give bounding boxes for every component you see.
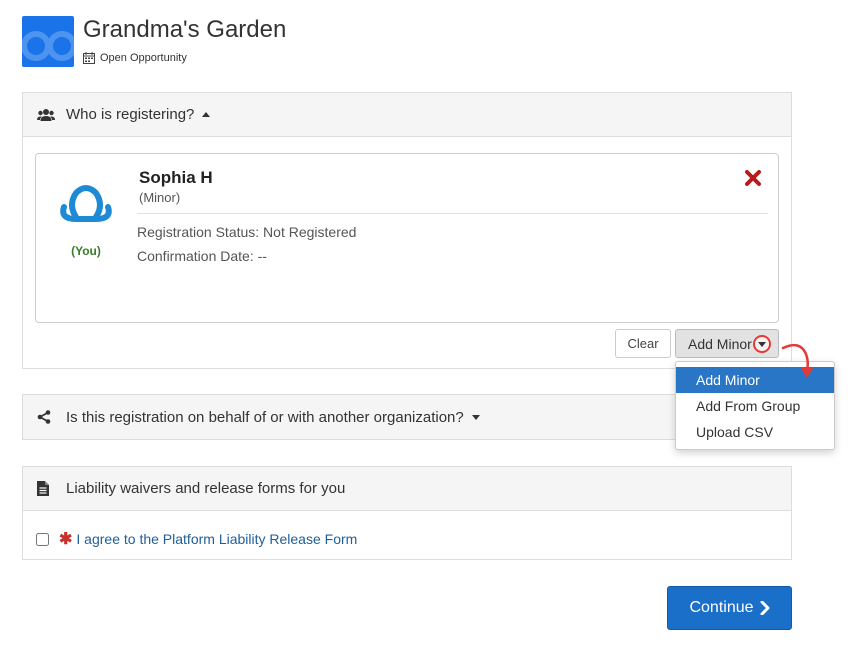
add-minor-dropdown-toggle[interactable] [753,335,771,353]
registering-panel: Who is registering? (You) Sophia H (Mino… [22,92,792,369]
registering-panel-header[interactable]: Who is registering? [23,93,791,137]
avatar [54,179,118,229]
calendar-icon [83,52,95,64]
registrant-card: (You) Sophia H (Minor) Registration Stat… [35,153,779,323]
waivers-panel: Liability waivers and release forms for … [22,466,792,560]
document-icon [37,481,57,496]
continue-button[interactable]: Continue [667,586,792,630]
menu-item-add-from-group[interactable]: Add From Group [676,393,834,419]
liability-release-link[interactable]: I agree to the Platform Liability Releas… [76,531,357,547]
share-icon [37,410,57,424]
clear-button[interactable]: Clear [615,329,671,358]
registrant-name: Sophia H [139,168,213,187]
page-subtitle: Open Opportunity [83,52,187,64]
menu-item-upload-csv[interactable]: Upload CSV [676,419,834,445]
opportunity-type: Open Opportunity [100,52,187,64]
chevron-right-icon [760,601,770,615]
remove-registrant-icon[interactable] [744,169,762,187]
caret-down-icon [758,341,766,347]
registration-status: Registration Status: Not Registered [137,224,357,240]
caret-down-icon [471,414,480,420]
logo-swirl-icon [22,31,74,61]
agree-checkbox[interactable] [36,532,49,546]
opportunity-logo [22,16,74,67]
required-asterisk-icon: ✱ [59,531,73,548]
confirmation-date: Confirmation Date: -- [137,248,267,264]
caret-up-icon [202,112,211,117]
continue-label: Continue [689,599,754,616]
you-label: (You) [71,244,101,258]
page-title: Grandma's Garden [83,16,287,43]
card-divider [137,213,768,214]
registering-heading: Who is registering? [66,106,195,123]
users-icon [37,108,57,122]
avatar-swirl-icon [60,185,112,222]
waivers-panel-header: Liability waivers and release forms for … [23,467,791,511]
organization-heading: Is this registration on behalf of or wit… [66,408,464,426]
registrant-type: (Minor) [139,190,181,205]
waivers-heading: Liability waivers and release forms for … [66,480,346,497]
agreement-row: ✱ I agree to the Platform Liability Rele… [35,529,357,549]
annotation-arrow-icon [781,343,813,378]
